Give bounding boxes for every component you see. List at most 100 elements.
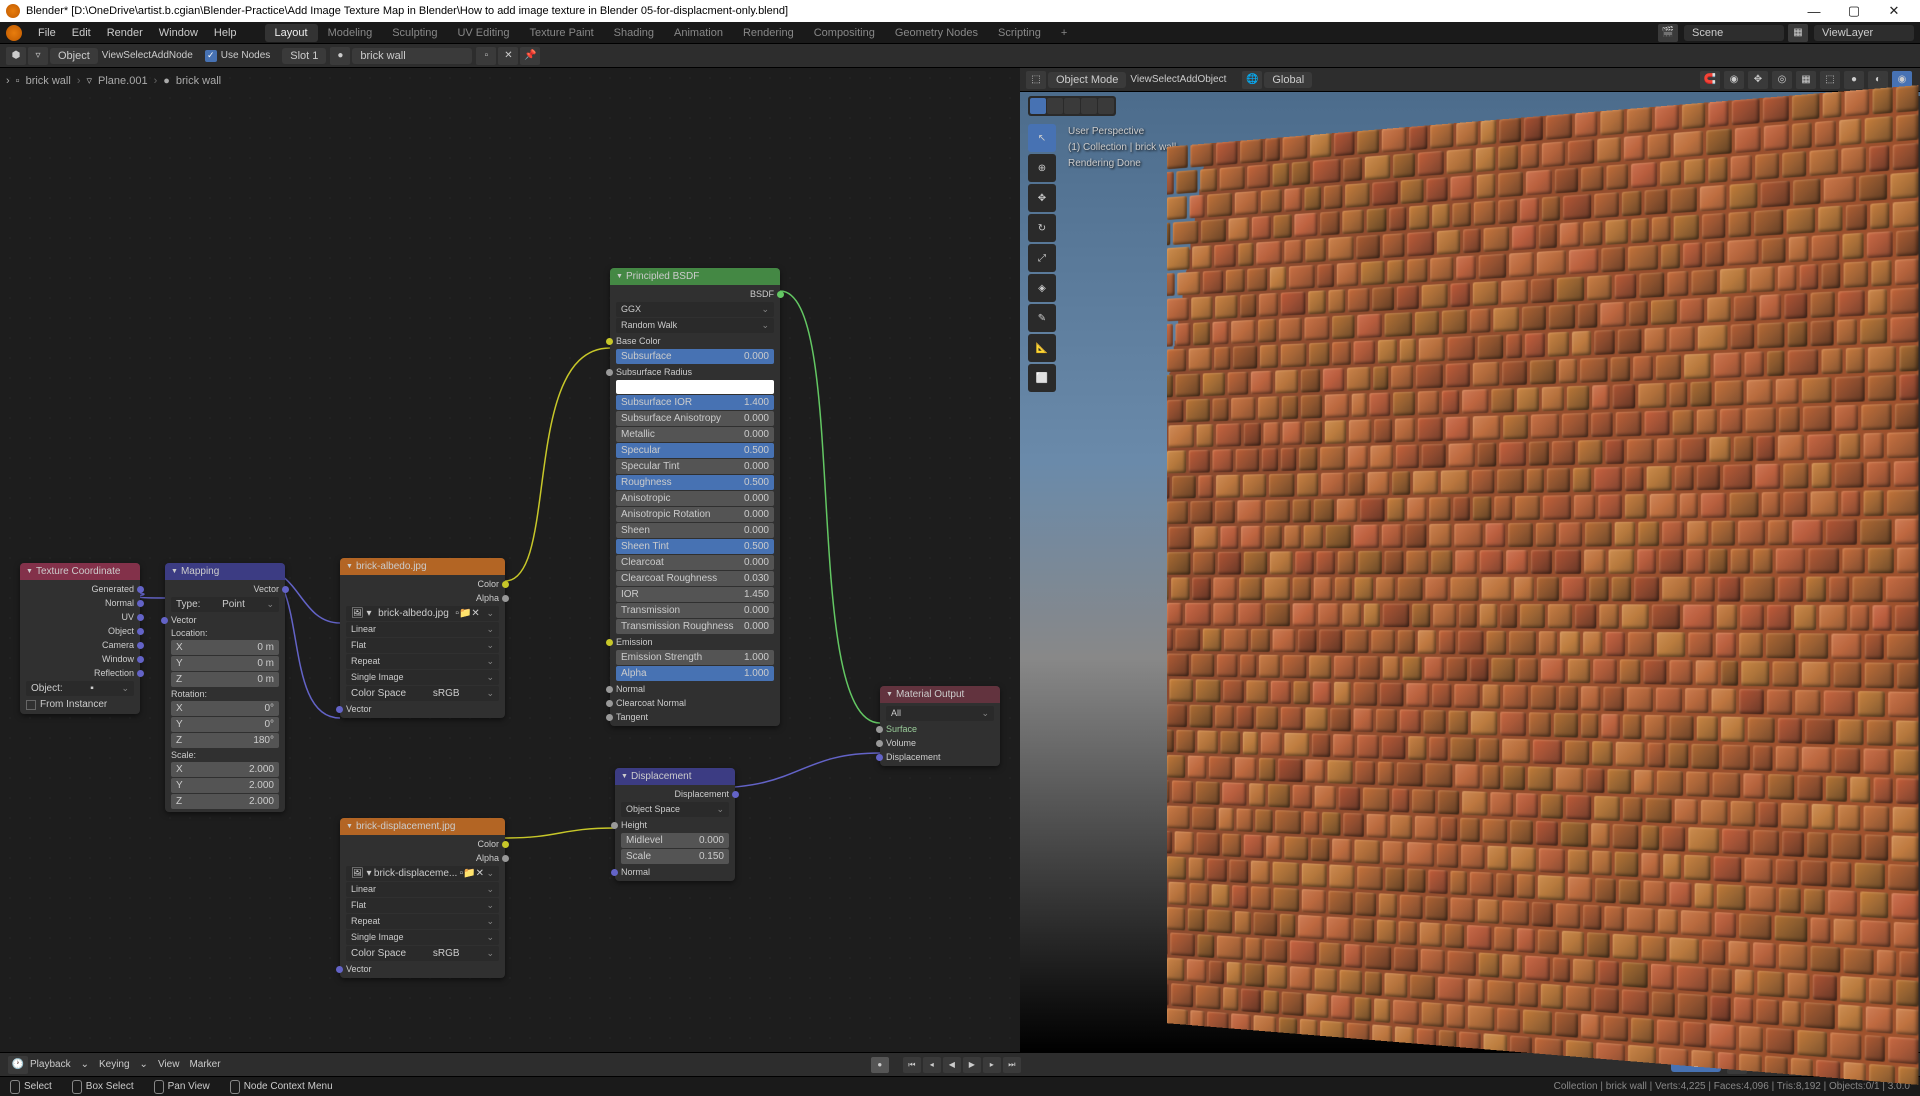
menu-help[interactable]: Help — [206, 27, 245, 39]
out-alpha[interactable]: Alpha — [340, 591, 505, 605]
scene-select[interactable]: Scene — [1684, 25, 1784, 41]
shade-matprev-icon[interactable]: ◐ — [1868, 71, 1888, 89]
bsdf-clearcoat[interactable]: Clearcoat0.000 — [616, 555, 774, 570]
bsdf-emission-strength[interactable]: Emission Strength1.000 — [616, 650, 774, 665]
in-vector[interactable]: Vector — [340, 702, 505, 716]
in-normal[interactable]: Normal — [615, 865, 735, 879]
node-view[interactable]: View — [102, 50, 124, 61]
out-object[interactable]: Object — [20, 624, 140, 638]
node-editor[interactable]: ›▫ brick wall ›▿ Plane.001 ›● brick wall… — [0, 68, 1020, 1052]
source[interactable]: Single Image — [346, 670, 499, 685]
node-image-albedo[interactable]: brick-albedo.jpg Color Alpha 🖼 ▾brick-al… — [340, 558, 505, 718]
tab-compositing[interactable]: Compositing — [804, 24, 885, 42]
bsdf-alpha[interactable]: Alpha1.000 — [616, 666, 774, 681]
out-generated[interactable]: Generated — [20, 582, 140, 596]
menu-render[interactable]: Render — [99, 27, 151, 39]
node-select[interactable]: Select — [123, 50, 151, 61]
menu-edit[interactable]: Edit — [64, 27, 99, 39]
tab-uv[interactable]: UV Editing — [447, 24, 519, 42]
tab-texpaint[interactable]: Texture Paint — [519, 24, 603, 42]
tool-select-icon[interactable]: ↖ — [1028, 124, 1056, 152]
keyframe-next-icon[interactable]: ▸ — [983, 1057, 1001, 1073]
editor-type-icon[interactable]: ⬢ — [6, 47, 26, 65]
bsdf-anisotropic-rotation[interactable]: Anisotropic Rotation0.000 — [616, 507, 774, 522]
node-header[interactable]: Principled BSDF — [610, 268, 780, 285]
bsdf-transmission-roughness[interactable]: Transmission Roughness0.000 — [616, 619, 774, 634]
use-nodes-checkbox[interactable] — [205, 50, 217, 62]
vp-view[interactable]: View — [1130, 74, 1152, 85]
slot-select[interactable]: Slot 1 — [282, 48, 326, 64]
out-normal[interactable]: Normal — [20, 596, 140, 610]
tl-marker[interactable]: Marker — [189, 1059, 220, 1070]
node-principled-bsdf[interactable]: Principled BSDF BSDF GGX Random Walk Bas… — [610, 268, 780, 726]
bsdf-subsurface[interactable]: Subsurface0.000 — [616, 349, 774, 364]
bsdf-anisotropic[interactable]: Anisotropic0.000 — [616, 491, 774, 506]
jump-start-icon[interactable]: ⏮ — [903, 1057, 921, 1073]
bsdf-sheen[interactable]: Sheen0.000 — [616, 523, 774, 538]
node-header[interactable]: Displacement — [615, 768, 735, 785]
tool-move-icon[interactable]: ✥ — [1028, 184, 1056, 212]
interp[interactable]: Linear — [346, 882, 499, 897]
out-camera[interactable]: Camera — [20, 638, 140, 652]
target[interactable]: All — [886, 706, 994, 721]
interp[interactable]: Linear — [346, 622, 499, 637]
out-window[interactable]: Window — [20, 652, 140, 666]
source[interactable]: Single Image — [346, 930, 499, 945]
tab-animation[interactable]: Animation — [664, 24, 733, 42]
in-disp[interactable]: Displacement — [880, 750, 1000, 764]
ext[interactable]: Repeat — [346, 654, 499, 669]
keyframe-prev-icon[interactable]: ◂ — [923, 1057, 941, 1073]
material-name[interactable]: brick wall — [352, 48, 472, 64]
bc-mat[interactable]: brick wall — [176, 75, 221, 87]
out-disp[interactable]: Displacement — [615, 787, 735, 801]
pin-icon[interactable]: 📌 — [520, 47, 540, 65]
maximize-button[interactable]: ▢ — [1834, 3, 1874, 19]
gizmo-icon[interactable]: ✥ — [1748, 71, 1768, 89]
in-height[interactable]: Height — [615, 818, 735, 832]
node-texture-coordinate[interactable]: Texture Coordinate Generated Normal UV O… — [20, 563, 140, 714]
tab-geonodes[interactable]: Geometry Nodes — [885, 24, 988, 42]
selmode-4[interactable] — [1081, 98, 1097, 114]
bsdf-tangent[interactable]: Tangent — [610, 710, 780, 724]
node-node[interactable]: Node — [169, 50, 193, 61]
out-color[interactable]: Color — [340, 577, 505, 591]
image-browse[interactable]: 🖼 ▾brick-displaceme...▫📁✕ — [346, 866, 499, 881]
timeline-editor-icon[interactable]: 🕐 — [8, 1056, 28, 1074]
bc-obj[interactable]: brick wall — [26, 75, 71, 87]
bsdf-subsurface-anisotropy[interactable]: Subsurface Anisotropy0.000 — [616, 411, 774, 426]
tab-layout[interactable]: Layout — [265, 24, 318, 42]
bsdf-transmission[interactable]: Transmission0.000 — [616, 603, 774, 618]
tl-playback[interactable]: Playback — [30, 1059, 71, 1070]
tool-scale-icon[interactable]: ⤢ — [1028, 244, 1056, 272]
play-rev-icon[interactable]: ◀ — [943, 1057, 961, 1073]
bsdf-ior[interactable]: IOR1.450 — [616, 587, 774, 602]
viewlayer-select[interactable]: ViewLayer — [1814, 25, 1914, 41]
in-surface[interactable]: Surface — [880, 722, 1000, 736]
bsdf-sheen-tint[interactable]: Sheen Tint0.500 — [616, 539, 774, 554]
mode-select[interactable]: Object Mode — [1048, 72, 1126, 88]
tool-cursor-icon[interactable]: ⊕ — [1028, 154, 1056, 182]
shader-mode[interactable]: Object — [50, 48, 98, 64]
xray-icon[interactable]: ▦ — [1796, 71, 1816, 89]
distribution[interactable]: GGX — [616, 302, 774, 317]
node-header[interactable]: Texture Coordinate — [20, 563, 140, 580]
shade-solid-icon[interactable]: ● — [1844, 71, 1864, 89]
node-displacement[interactable]: Displacement Displacement Object Space H… — [615, 768, 735, 881]
tab-modeling[interactable]: Modeling — [318, 24, 383, 42]
bc-mesh[interactable]: Plane.001 — [98, 75, 148, 87]
selmode-2[interactable] — [1047, 98, 1063, 114]
node-header[interactable]: brick-albedo.jpg — [340, 558, 505, 575]
menu-file[interactable]: File — [30, 27, 64, 39]
bsdf-clearcoat-normal[interactable]: Clearcoat Normal — [610, 696, 780, 710]
tab-sculpting[interactable]: Sculpting — [382, 24, 447, 42]
proj[interactable]: Flat — [346, 898, 499, 913]
tab-rendering[interactable]: Rendering — [733, 24, 804, 42]
colorspace[interactable]: Color SpacesRGB — [346, 946, 499, 961]
jump-end-icon[interactable]: ⏭ — [1003, 1057, 1021, 1073]
tab-add[interactable]: + — [1051, 24, 1077, 42]
material-new-icon[interactable]: ▫ — [476, 47, 496, 65]
tool-addcube-icon[interactable]: ⬜ — [1028, 364, 1056, 392]
bsdf-base-color[interactable]: Base Color — [610, 334, 780, 348]
out-bsdf[interactable]: BSDF — [610, 287, 780, 301]
in-vector[interactable]: Vector — [165, 613, 285, 627]
